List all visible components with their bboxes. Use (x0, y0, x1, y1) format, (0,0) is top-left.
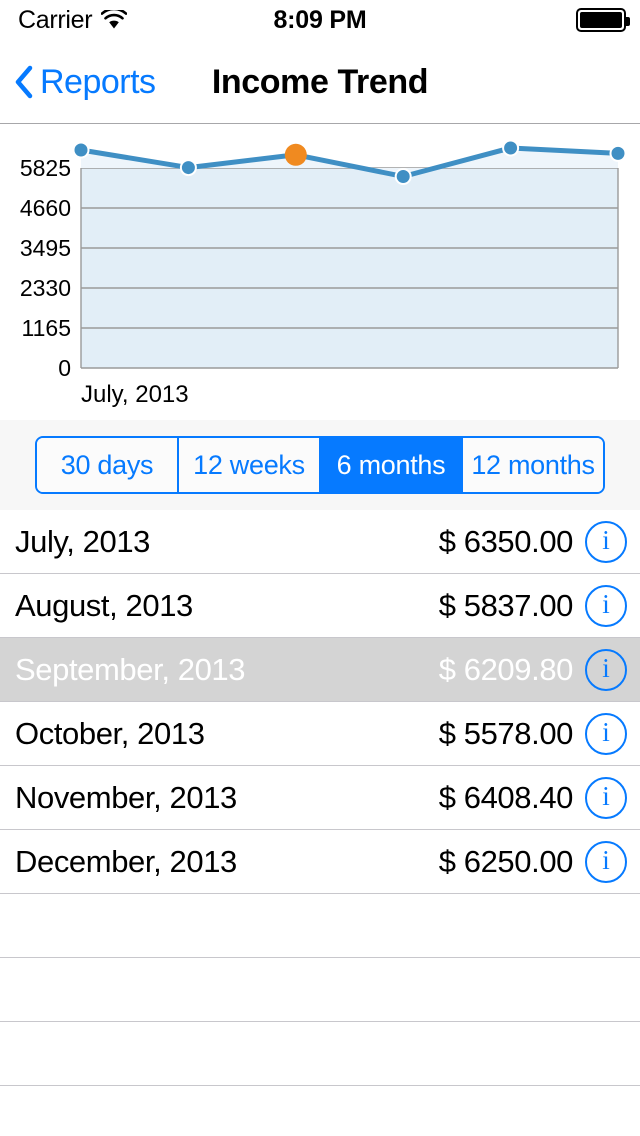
chart-point (179, 159, 197, 177)
table-row[interactable]: July, 2013 $ 6350.00 i (0, 510, 640, 574)
range-option-30-days[interactable]: 30 days (37, 438, 177, 492)
row-month-label: October, 2013 (15, 715, 205, 751)
row-month-label: August, 2013 (15, 587, 193, 623)
range-option-12-weeks[interactable]: 12 weeks (177, 438, 319, 492)
table-row[interactable]: August, 2013 $ 5837.00 i (0, 574, 640, 638)
status-bar-clock: 8:09 PM (273, 6, 367, 34)
status-bar-right (576, 0, 630, 40)
row-amount-value: $ 6209.80 (438, 651, 574, 687)
info-icon[interactable]: i (585, 776, 627, 819)
row-amount-value: $ 6250.00 (438, 843, 574, 879)
table-row-empty (0, 958, 640, 1022)
chart-point (502, 139, 520, 157)
info-glyph: i (602, 525, 610, 555)
info-icon[interactable]: i (585, 840, 627, 883)
table-row[interactable]: December, 2013 $ 6250.00 i (0, 830, 640, 894)
page-title: Income Trend (211, 63, 429, 101)
chart-point (609, 144, 627, 162)
range-selector-toolbar: 30 days 12 weeks 6 months 12 months (0, 420, 640, 510)
row-month-label: September, 2013 (15, 651, 246, 687)
chart-y-tick-label: 2330 (20, 275, 71, 301)
battery-level-fill (580, 12, 622, 28)
range-segmented-control[interactable]: 30 days 12 weeks 6 months 12 months (35, 436, 605, 494)
row-month-label: July, 2013 (15, 523, 151, 559)
chart-plot-background (81, 168, 618, 368)
chart-y-tick-label: 4660 (20, 195, 71, 221)
battery-icon (576, 8, 630, 32)
row-amount-value: $ 5837.00 (438, 587, 574, 623)
income-list: July, 2013 $ 6350.00 i August, 2013 $ 5837.0… (0, 510, 640, 1136)
info-icon[interactable]: i (585, 584, 627, 627)
status-bar: Carrier 8:09 PM (0, 0, 640, 40)
info-icon[interactable]: i (585, 648, 627, 691)
table-row-empty (0, 894, 640, 958)
battery-cap (626, 17, 630, 26)
info-icon[interactable]: i (585, 712, 627, 755)
info-glyph: i (602, 589, 610, 619)
range-option-12-months[interactable]: 12 months (461, 438, 603, 492)
info-glyph: i (602, 717, 610, 747)
table-row-empty (0, 1086, 640, 1136)
row-amount-value: $ 6350.00 (438, 523, 574, 559)
table-row[interactable]: October, 2013 $ 5578.00 i (0, 702, 640, 766)
chart-point (394, 167, 412, 185)
info-glyph: i (602, 845, 610, 875)
info-glyph: i (602, 653, 610, 683)
row-month-label: December, 2013 (15, 843, 237, 879)
chart-canvas: 0 1165 2330 3495 4660 5825 July, 2013 (20, 139, 627, 408)
range-option-6-months[interactable]: 6 months (319, 438, 461, 492)
table-row-empty (0, 1022, 640, 1086)
income-trend-chart[interactable]: 0 1165 2330 3495 4660 5825 July, 2013 (0, 125, 640, 420)
table-row[interactable]: September, 2013 $ 6209.80 i (0, 638, 640, 702)
row-amount-value: $ 5578.00 (438, 715, 574, 751)
chart-x-tick-label: July, 2013 (81, 381, 189, 408)
app-screen: Carrier 8:09 PM Reports Income Trend 0 1… (0, 0, 640, 1136)
table-row[interactable]: November, 2013 $ 6408.40 i (0, 766, 640, 830)
info-icon[interactable]: i (585, 520, 627, 563)
row-month-label: November, 2013 (15, 779, 237, 815)
chart-point (72, 141, 90, 159)
chart-y-tick-label: 0 (58, 355, 71, 381)
chart-y-tick-label: 3495 (20, 235, 71, 261)
row-amount-value: $ 6408.40 (438, 779, 574, 815)
chart-y-tick-label: 5825 (20, 155, 71, 181)
chart-point-highlighted (284, 143, 307, 166)
chart-y-tick-label: 1165 (22, 315, 71, 341)
navigation-bar: Reports Income Trend (0, 40, 640, 124)
info-glyph: i (602, 781, 610, 811)
